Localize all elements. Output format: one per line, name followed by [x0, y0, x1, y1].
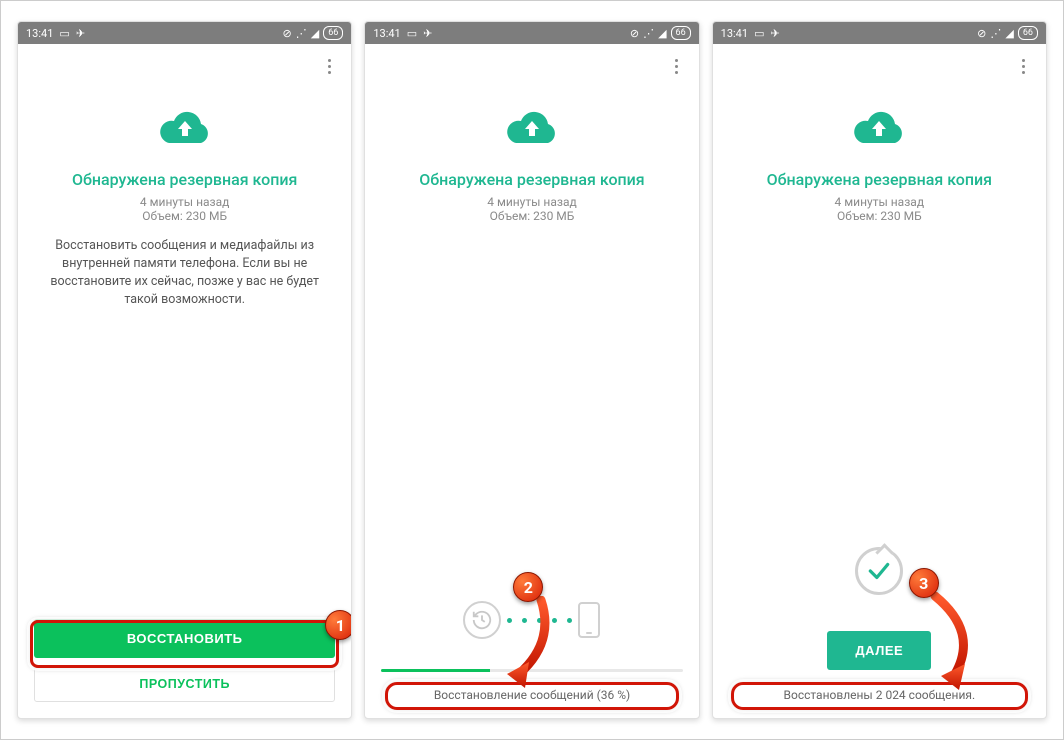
status-dnd-icon: ⊘	[630, 27, 639, 40]
status-time: 13:41	[721, 27, 748, 40]
app-bar	[365, 44, 698, 88]
app-bar	[18, 44, 351, 88]
restore-done-icon	[855, 547, 903, 595]
status-time: 13:41	[373, 27, 400, 40]
progress-bar	[381, 669, 682, 672]
status-chat-icon: ▭	[407, 27, 417, 40]
skip-button[interactable]: ПРОПУСТИТЬ	[34, 666, 335, 702]
more-menu-button[interactable]	[317, 54, 341, 78]
phone-icon	[578, 602, 600, 638]
cloud-upload-icon	[157, 108, 213, 152]
status-chat-icon: ▭	[754, 27, 764, 40]
backup-age: 4 минуты назад	[140, 195, 230, 209]
status-signal-icon: ◢	[658, 27, 666, 40]
status-battery: 66	[1018, 26, 1038, 40]
restore-button[interactable]: ВОССТАНОВИТЬ	[34, 619, 335, 658]
cloud-upload-icon	[851, 108, 907, 152]
status-battery: 66	[323, 26, 343, 40]
status-battery: 66	[671, 26, 691, 40]
history-icon	[463, 601, 501, 639]
phone-screen-3: 13:41 ▭ ✈ ⊘ ⋰ ◢ 66 Обнаружен	[712, 21, 1047, 719]
status-chat-icon: ▭	[59, 27, 69, 40]
backup-size: Объем: 230 МБ	[142, 209, 227, 223]
phone-screen-2: 13:41 ▭ ✈ ⊘ ⋰ ◢ 66 Обнаружен	[364, 21, 699, 719]
backup-found-title: Обнаружена резервная копия	[419, 170, 644, 189]
progress-illustration	[381, 601, 682, 639]
backup-size: Объем: 230 МБ	[490, 209, 575, 223]
status-signal-icon: ◢	[311, 27, 319, 40]
phone-screen-1: 13:41 ▭ ✈ ⊘ ⋰ ◢ 66 Обнаружен	[17, 21, 352, 719]
progress-fill	[381, 669, 489, 672]
app-bar	[713, 44, 1046, 88]
backup-found-title: Обнаружена резервная копия	[767, 170, 992, 189]
transfer-dots-icon	[507, 618, 572, 623]
status-bar: 13:41 ▭ ✈ ⊘ ⋰ ◢ 66	[18, 22, 351, 44]
status-wifi-icon: ⋰	[643, 27, 654, 40]
backup-age: 4 минуты назад	[487, 195, 577, 209]
status-dnd-icon: ⊘	[283, 27, 292, 40]
restore-result-text: Восстановлены 2 024 сообщения.	[784, 688, 976, 702]
cloud-upload-icon	[504, 108, 560, 152]
backup-age: 4 минуты назад	[835, 195, 925, 209]
status-plane-icon: ✈	[423, 27, 432, 40]
more-menu-button[interactable]	[1012, 54, 1036, 78]
status-dnd-icon: ⊘	[977, 27, 986, 40]
next-button[interactable]: ДАЛЕЕ	[827, 631, 931, 670]
more-menu-button[interactable]	[665, 54, 689, 78]
status-signal-icon: ◢	[1005, 27, 1013, 40]
status-plane-icon: ✈	[76, 27, 85, 40]
status-plane-icon: ✈	[770, 27, 779, 40]
restore-description: Восстановить сообщения и медиафайлы из в…	[34, 237, 335, 310]
backup-size: Объем: 230 МБ	[837, 209, 922, 223]
status-bar: 13:41 ▭ ✈ ⊘ ⋰ ◢ 66	[713, 22, 1046, 44]
progress-text: Восстановление сообщений (36 %)	[434, 688, 630, 702]
status-wifi-icon: ⋰	[990, 27, 1001, 40]
status-wifi-icon: ⋰	[296, 27, 307, 40]
backup-found-title: Обнаружена резервная копия	[72, 170, 297, 189]
status-bar: 13:41 ▭ ✈ ⊘ ⋰ ◢ 66	[365, 22, 698, 44]
status-time: 13:41	[26, 27, 53, 40]
